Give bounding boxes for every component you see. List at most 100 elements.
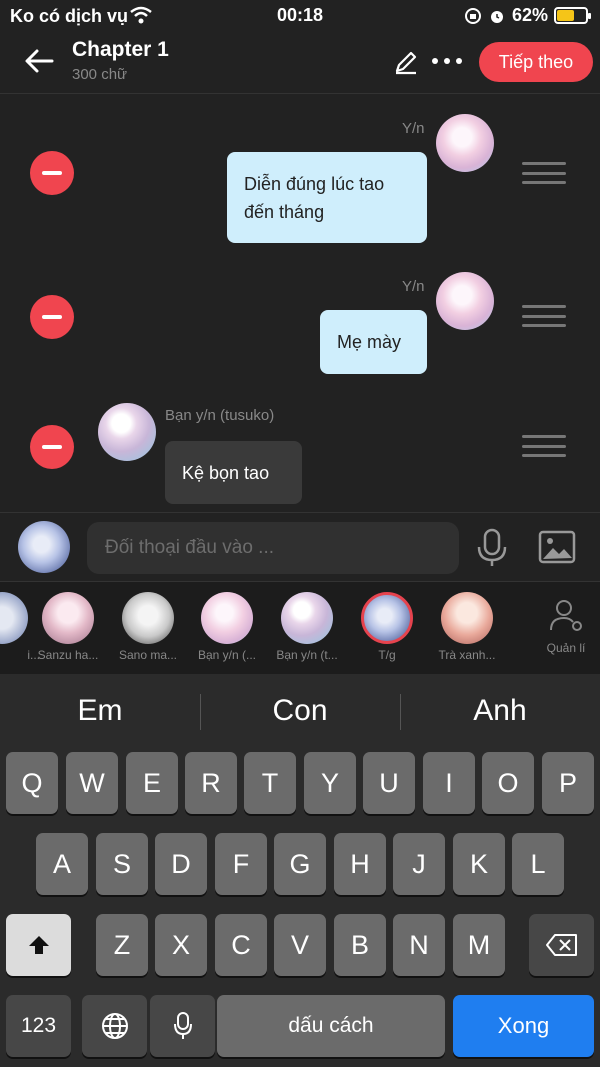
pencil-icon[interactable]	[392, 48, 420, 76]
character-item[interactable]: Bạn y/n (t...	[269, 592, 345, 662]
next-button[interactable]: Tiếp theo	[479, 42, 593, 82]
character-item[interactable]: Bạn y/n (...	[189, 592, 265, 662]
composer: Đối thoại đầu vào ...	[0, 512, 600, 582]
message-line: đến tháng	[244, 201, 325, 222]
character-avatar	[0, 592, 28, 644]
sender-name: Y/n	[402, 278, 425, 295]
key[interactable]: R	[185, 752, 237, 814]
suggestion-item[interactable]: Em	[0, 674, 200, 748]
microphone-icon[interactable]	[476, 528, 508, 568]
delete-message-button[interactable]	[30, 151, 74, 195]
orientation-lock-icon	[464, 7, 481, 24]
page-title: Chapter 1	[72, 38, 169, 61]
sender-name: Y/n	[402, 120, 425, 137]
key[interactable]: J	[393, 833, 445, 895]
key[interactable]: S	[96, 833, 148, 895]
key[interactable]: U	[363, 752, 415, 814]
key[interactable]: V	[274, 914, 326, 976]
key[interactable]: Y	[304, 752, 356, 814]
message-bubble[interactable]: Diễn đúng lúc tao đến tháng	[227, 152, 427, 243]
key[interactable]: K	[453, 833, 505, 895]
alarm-icon	[490, 10, 503, 23]
globe-key[interactable]	[82, 995, 147, 1057]
numbers-key[interactable]: 123	[6, 995, 71, 1057]
avatar	[98, 403, 156, 461]
character-name: Bạn y/n (t...	[276, 648, 338, 662]
back-arrow-icon[interactable]	[22, 44, 56, 78]
user-settings-icon	[550, 600, 582, 631]
drag-handle-icon[interactable]	[522, 162, 566, 184]
character-name: Sano ma...	[118, 648, 178, 662]
dialogue-input[interactable]: Đối thoại đầu vào ...	[87, 522, 459, 574]
sender-name: Bạn y/n (tusuko)	[165, 407, 275, 424]
avatar	[436, 272, 494, 330]
battery-percent: 62%	[511, 5, 548, 25]
character-item[interactable]: Sano ma...	[110, 592, 186, 662]
key[interactable]: A	[36, 833, 88, 895]
backspace-icon	[545, 934, 577, 956]
character-avatar	[361, 592, 413, 644]
image-icon[interactable]	[538, 528, 576, 566]
key[interactable]: W	[66, 752, 118, 814]
key[interactable]: Q	[6, 752, 58, 814]
character-item[interactable]: Sanzu ha...	[30, 592, 106, 662]
word-count: 300 chữ	[72, 66, 128, 83]
key[interactable]: B	[334, 914, 386, 976]
key[interactable]: O	[482, 752, 534, 814]
key[interactable]: I	[423, 752, 475, 814]
status-bar: Ko có dịch vụ 00:18 62%	[0, 0, 600, 32]
key[interactable]: H	[334, 833, 386, 895]
character-name: T/g	[378, 648, 396, 662]
message-row: Bạn y/n (tusuko) Kệ bọn tao	[0, 398, 600, 508]
key[interactable]: M	[453, 914, 505, 976]
character-avatar	[201, 592, 253, 644]
manage-label: Quản lí	[546, 641, 586, 655]
key[interactable]: D	[155, 833, 207, 895]
delete-message-button[interactable]	[30, 295, 74, 339]
key[interactable]: F	[215, 833, 267, 895]
key[interactable]: P	[542, 752, 594, 814]
space-key[interactable]: dấu cách	[217, 995, 445, 1057]
battery-icon	[554, 7, 591, 24]
key[interactable]: T	[244, 752, 296, 814]
character-item[interactable]: Trà xanh...	[429, 592, 505, 662]
character-avatar	[441, 592, 493, 644]
more-options-icon[interactable]	[432, 58, 462, 64]
keyboard: Em Con Anh Q W E R T Y U I O P A S D F G…	[0, 674, 600, 1067]
character-avatar	[122, 592, 174, 644]
dictation-key[interactable]	[150, 995, 215, 1057]
character-name: Bạn y/n (...	[197, 648, 257, 662]
drag-handle-icon[interactable]	[522, 305, 566, 327]
key[interactable]: E	[126, 752, 178, 814]
microphone-icon	[173, 1012, 192, 1039]
suggestion-item[interactable]: Con	[200, 674, 400, 748]
delete-message-button[interactable]	[30, 425, 74, 469]
shift-key[interactable]	[6, 914, 71, 976]
message-line: Mẹ mày	[337, 332, 402, 352]
character-strip: i... Sanzu ha... Sano ma... Bạn y/n (...…	[0, 582, 600, 674]
avatar	[436, 114, 494, 172]
done-key[interactable]: Xong	[453, 995, 594, 1057]
drag-handle-icon[interactable]	[522, 435, 566, 457]
character-name: Trà xanh...	[438, 648, 496, 662]
key[interactable]: N	[393, 914, 445, 976]
chapter-header: Chapter 1 300 chữ Tiếp theo	[0, 32, 600, 94]
message-bubble[interactable]: Kệ bọn tao	[165, 441, 302, 504]
globe-icon	[101, 1013, 128, 1039]
message-row: Y/n Mẹ mày	[0, 268, 600, 378]
manage-characters-button[interactable]: Quản lí	[536, 598, 596, 655]
current-character-avatar[interactable]	[18, 521, 70, 573]
character-avatar	[281, 592, 333, 644]
suggestion-item[interactable]: Anh	[400, 674, 600, 748]
key[interactable]: C	[215, 914, 267, 976]
key[interactable]: G	[274, 833, 326, 895]
key[interactable]: L	[512, 833, 564, 895]
character-item-selected[interactable]: T/g	[349, 592, 425, 662]
key[interactable]: X	[155, 914, 207, 976]
message-bubble[interactable]: Mẹ mày	[320, 310, 427, 374]
message-line: Diễn đúng lúc tao	[244, 173, 385, 194]
key[interactable]: Z	[96, 914, 148, 976]
backspace-key[interactable]	[529, 914, 594, 976]
shift-arrow-icon	[28, 936, 49, 954]
suggestion-bar: Em Con Anh	[0, 674, 600, 748]
